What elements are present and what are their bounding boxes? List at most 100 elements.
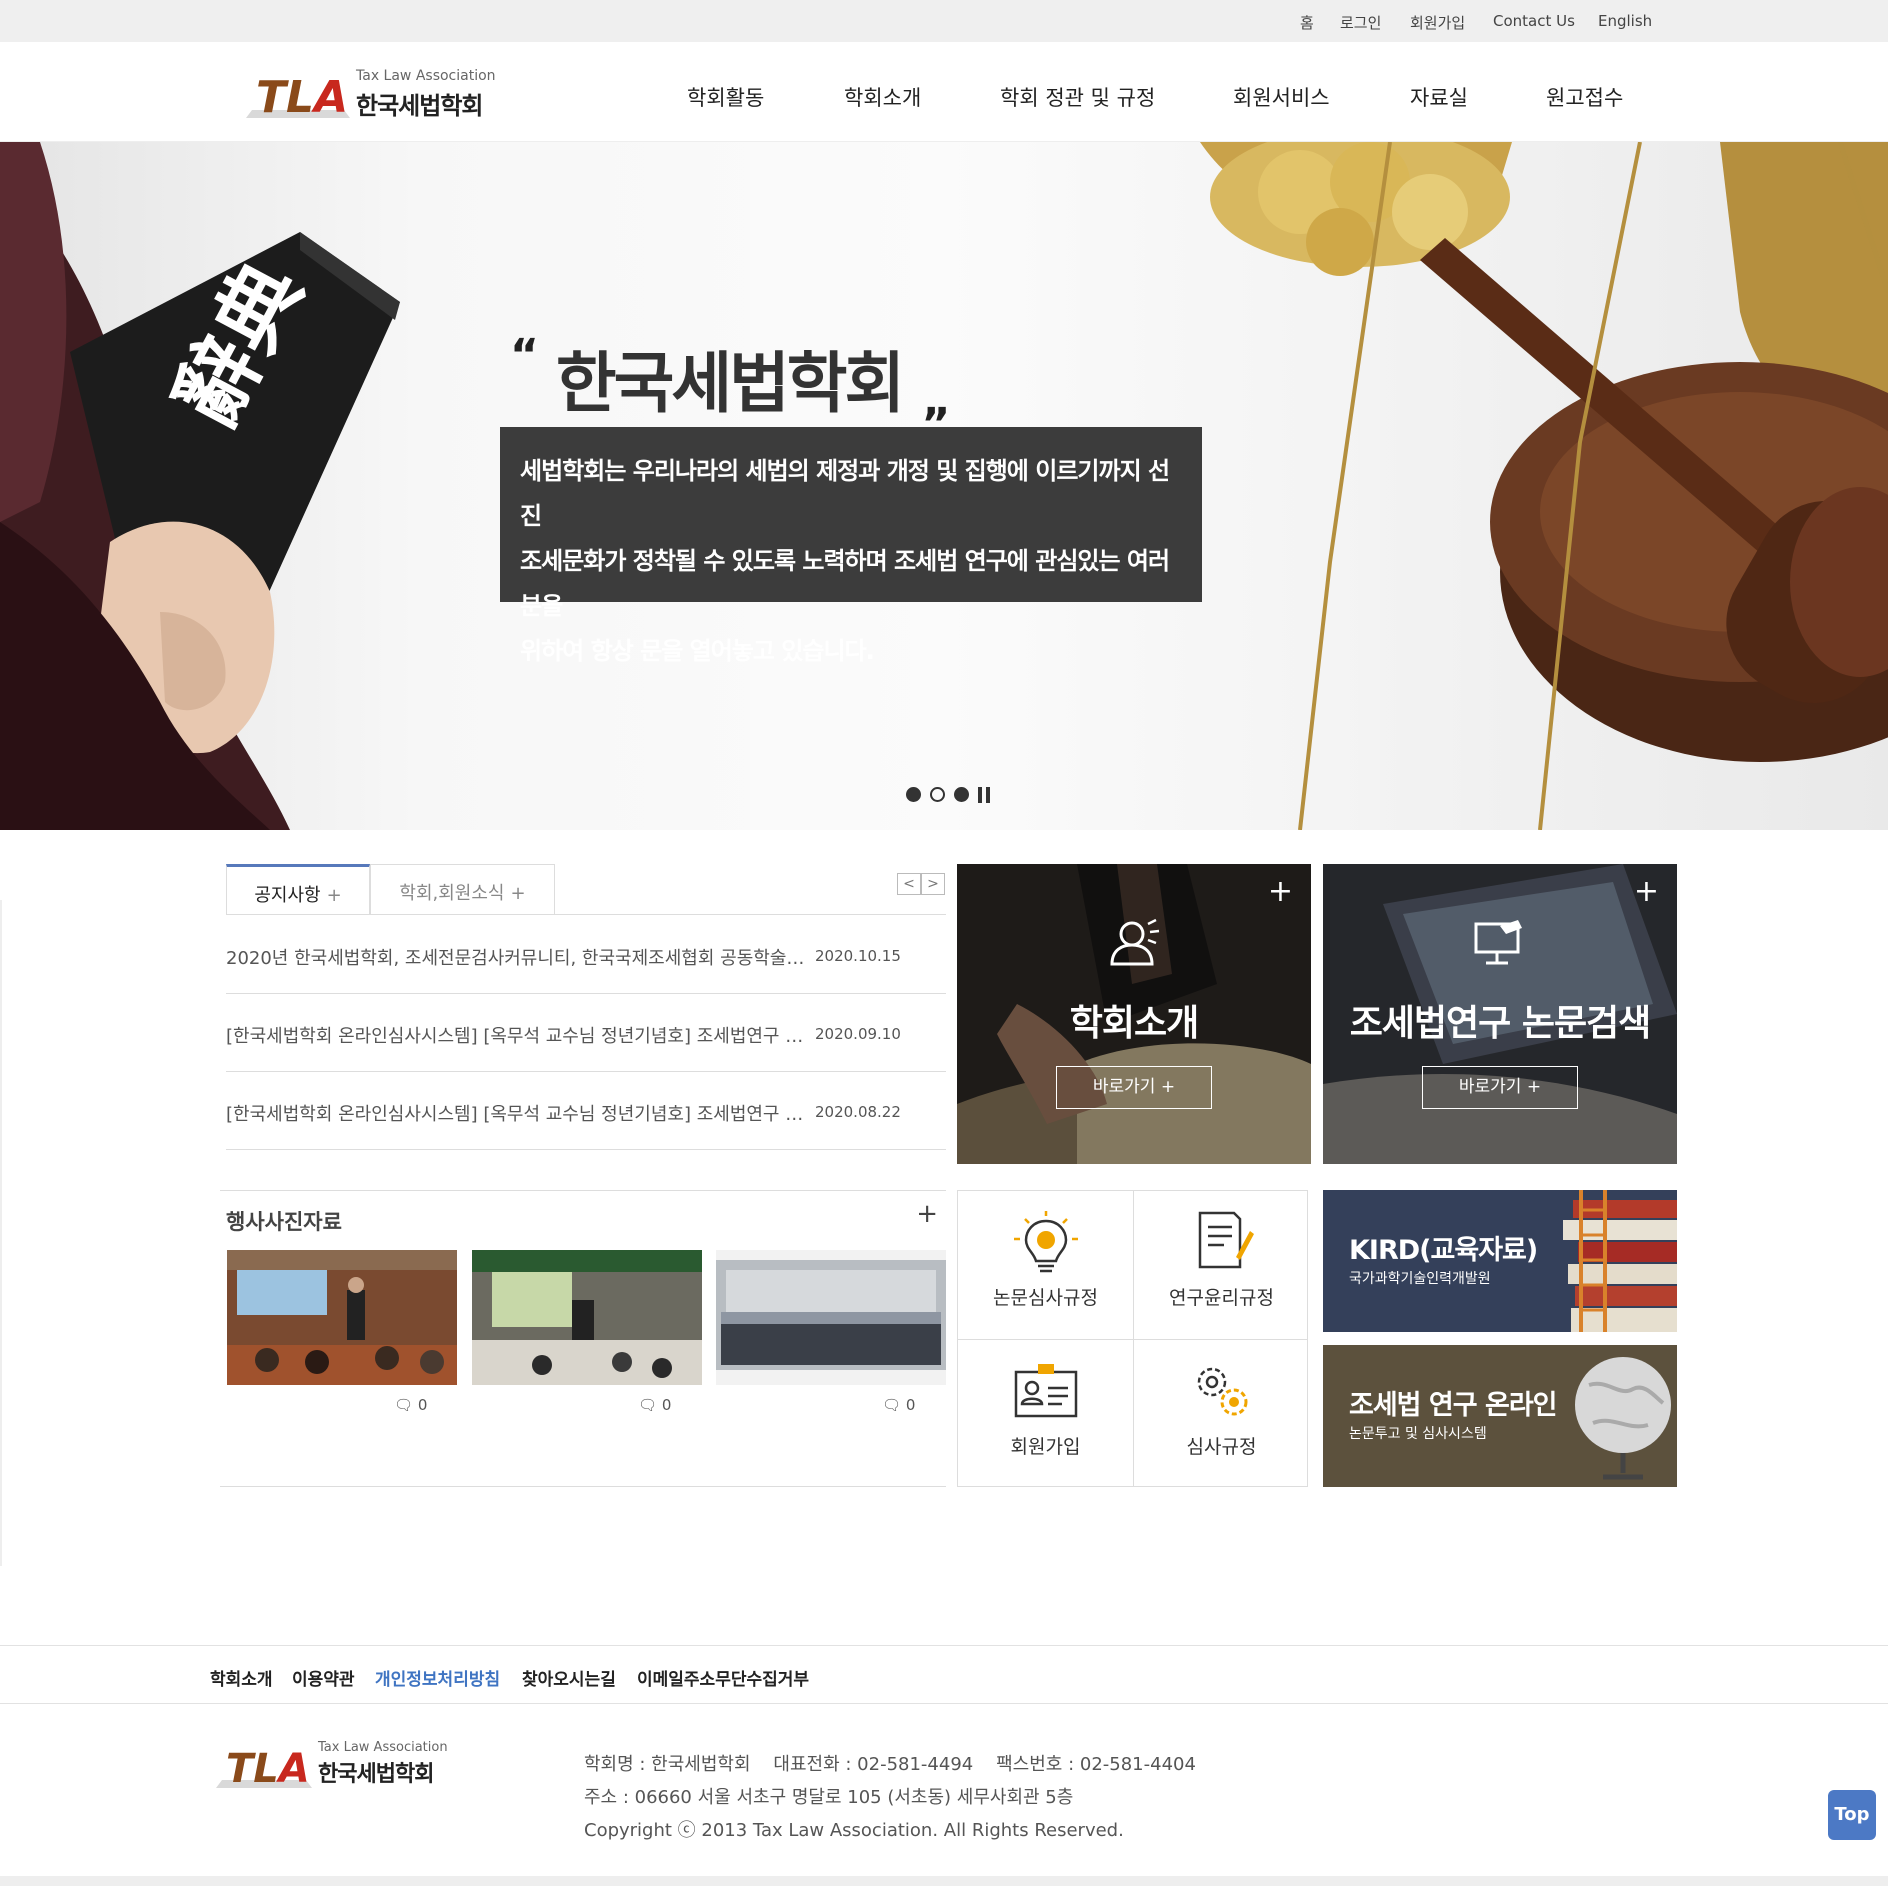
- notice-item[interactable]: 2020년 한국세법학회, 조세전문검사커뮤니티, 한국국제조세협회 공동학술대…: [226, 916, 946, 994]
- logo-mark: TLA: [256, 72, 348, 123]
- quick-review-regulations-label: 심사규정: [1186, 1436, 1257, 1458]
- about-go-button[interactable]: 바로가기 +: [1056, 1066, 1212, 1109]
- quick-menu: 논문심사규정 연구윤리규정 회원가입 심사규정: [957, 1190, 1308, 1487]
- nav-bylaws[interactable]: 학회 정관 및 규정: [1000, 82, 1155, 112]
- notice-item[interactable]: [한국세법학회 온라인심사시스템] [옥무석 교수님 정년기념호] 조세법연구 …: [226, 1072, 946, 1150]
- logo-english-name: Tax Law Association: [356, 68, 496, 84]
- gallery-title: 행사사진자료: [226, 1210, 342, 1234]
- join-link[interactable]: 회원가입: [1410, 12, 1465, 33]
- open-quote: “: [510, 330, 539, 381]
- notice-date: 2020.10.15: [815, 947, 901, 965]
- home-link[interactable]: 홈: [1300, 12, 1314, 33]
- pause-icon[interactable]: [978, 787, 990, 803]
- event-photo-2: [472, 1250, 702, 1385]
- footer-link-privacy[interactable]: 개인정보처리방침: [375, 1665, 500, 1690]
- notice-date: 2020.09.10: [815, 1025, 901, 1043]
- footer-link-directions[interactable]: 찾아오시는길: [522, 1665, 616, 1690]
- nav-submission[interactable]: 원고접수: [1546, 82, 1623, 112]
- tla-logo-icon: TLA: [246, 72, 350, 123]
- footer-link-divider: [0, 1703, 1888, 1704]
- slide-dot-2[interactable]: [930, 787, 945, 802]
- gallery-photo[interactable]: [227, 1250, 457, 1385]
- tab-notice-plus-icon[interactable]: +: [327, 885, 342, 906]
- footer-logo-english-name: Tax Law Association: [318, 1740, 448, 1755]
- lightbulb-icon: [1013, 1211, 1078, 1273]
- comment-icon: 🗨: [638, 1396, 658, 1414]
- hero-title-text: 한국세법학회: [555, 345, 905, 422]
- hero-line-3: 위하여 항상 문을 열어놓고 있습니다.: [520, 637, 875, 665]
- comment-count-value: 0: [417, 1396, 428, 1414]
- comment-icon: 🗨: [882, 1396, 902, 1414]
- hero-description-box: 세법학회는 우리나라의 세법의 제정과 개정 및 집행에 이르기까지 선진 조세…: [500, 427, 1202, 665]
- gears-icon: [1197, 1367, 1247, 1416]
- footer-link-email-refusal[interactable]: 이메일주소무단수집거부: [637, 1665, 809, 1690]
- quick-join[interactable]: 회원가입: [958, 1340, 1133, 1488]
- site-header: TLA Tax Law Association 한국세법학회 학회활동 학회소개…: [0, 42, 1888, 142]
- footer-link-about[interactable]: 학회소개: [210, 1665, 273, 1690]
- gallery-photo[interactable]: [716, 1250, 946, 1385]
- contact-link[interactable]: Contact Us: [1493, 12, 1575, 30]
- notice-pager: < >: [897, 873, 945, 895]
- comment-count: 🗨 0: [882, 1396, 915, 1414]
- id-card-icon: [1014, 1364, 1077, 1418]
- tax-research-online-title: 조세법 연구 온라인: [1349, 1390, 1558, 1421]
- slide-dot-1[interactable]: [906, 787, 921, 802]
- paper-search-plus-icon[interactable]: +: [1634, 874, 1659, 909]
- notice-item[interactable]: [한국세법학회 온라인심사시스템] [옥무석 교수님 정년기념호] 조세법연구 …: [226, 994, 946, 1072]
- gallery-photo[interactable]: [472, 1250, 702, 1385]
- bottom-bar: [0, 1876, 1888, 1886]
- site-logo[interactable]: TLA Tax Law Association 한국세법학회: [240, 66, 500, 126]
- nav-about[interactable]: 학회소개: [844, 82, 921, 112]
- footer-logo-korean-name: 한국세법학회: [318, 1762, 434, 1787]
- tax-research-online-subtitle: 논문투고 및 심사시스템: [1349, 1426, 1487, 1442]
- slide-dot-3[interactable]: [954, 787, 969, 802]
- footer-tla-logo-icon: TLA: [216, 1746, 312, 1792]
- event-photo-3: [716, 1250, 946, 1385]
- nav-archive[interactable]: 자료실: [1410, 82, 1468, 112]
- hero-line-1: 세법학회는 우리나라의 세법의 제정과 개정 및 집행에 이르기까지 선진: [520, 457, 1170, 530]
- quick-review-rules-label: 논문심사규정: [993, 1287, 1098, 1309]
- kird-banner[interactable]: KIRD(교육자료) 국가과학기술인력개발원: [1323, 1190, 1677, 1332]
- footer-link-terms[interactable]: 이용약관: [292, 1665, 355, 1690]
- footer-address: 주소 : 06660 서울 서초구 명달로 105 (서초동) 세무사회관 5층: [584, 1787, 1074, 1808]
- notice-title[interactable]: [한국세법학회 온라인심사시스템] [옥무석 교수님 정년기념호] 조세법연구 …: [226, 1100, 816, 1126]
- quick-review-rules[interactable]: 논문심사규정: [958, 1191, 1133, 1339]
- utility-bar: 홈 로그인 회원가입 Contact Us English: [0, 0, 1888, 42]
- about-card-title: 학회소개: [1069, 1003, 1199, 1044]
- event-photo-1: [227, 1250, 457, 1385]
- footer-contact-info: 학회명 : 한국세법학회 대표전화 : 02-581-4494 팩스번호 : 0…: [584, 1754, 1196, 1775]
- notice-title[interactable]: 2020년 한국세법학회, 조세전문검사커뮤니티, 한국국제조세협회 공동학술대…: [226, 944, 816, 970]
- tab-member-news-plus-icon[interactable]: +: [511, 883, 526, 904]
- login-link[interactable]: 로그인: [1340, 12, 1381, 33]
- footer-logo-mark: TLA: [226, 1746, 310, 1792]
- footer-copyright: Copyright ⓒ 2013 Tax Law Association. Al…: [584, 1820, 1124, 1841]
- gallery-plus-icon[interactable]: +: [916, 1199, 938, 1229]
- about-plus-icon[interactable]: +: [1268, 874, 1293, 909]
- tab-notice[interactable]: 공지사항 +: [226, 864, 370, 914]
- hero-slider: 辭典 “ 한국세법학회 „ 세법학회는 우리나라의 세법의 제정과 개정 및 집…: [0, 142, 1888, 830]
- tax-research-online-banner[interactable]: 조세법 연구 온라인 논문투고 및 심사시스템: [1323, 1345, 1677, 1487]
- page-edge-line: [0, 900, 2, 1566]
- notice-title[interactable]: [한국세법학회 온라인심사시스템] [옥무석 교수님 정년기념호] 조세법연구 …: [226, 1022, 816, 1048]
- tab-member-news-label: 학회,회원소식: [399, 883, 505, 904]
- quick-ethics-rules[interactable]: 연구윤리규정: [1134, 1191, 1309, 1339]
- tab-member-news[interactable]: 학회,회원소식 +: [370, 864, 555, 914]
- close-quote: „: [922, 375, 951, 426]
- monitor-icon: [1474, 920, 1522, 965]
- quick-join-label: 회원가입: [1010, 1436, 1081, 1458]
- nav-activities[interactable]: 학회활동: [687, 82, 764, 112]
- next-arrow-icon[interactable]: >: [921, 873, 945, 895]
- document-pen-icon: [1198, 1211, 1254, 1269]
- prev-arrow-icon[interactable]: <: [897, 873, 921, 895]
- about-card[interactable]: + 학회소개 바로가기 +: [957, 864, 1311, 1164]
- paper-search-card-title: 조세법연구 논문검색: [1349, 1003, 1652, 1044]
- english-link[interactable]: English: [1598, 12, 1652, 30]
- nav-member-services[interactable]: 회원서비스: [1233, 82, 1330, 112]
- tab-divider: [226, 914, 946, 915]
- hero-line-2: 조세문화가 정착될 수 있도록 노력하며 조세법 연구에 관심있는 여러분을: [520, 547, 1170, 620]
- footer-top-divider: [0, 1645, 1888, 1646]
- paper-search-card[interactable]: + 조세법연구 논문검색 바로가기 +: [1323, 864, 1677, 1164]
- paper-search-go-button[interactable]: 바로가기 +: [1422, 1066, 1578, 1109]
- quick-review-regulations[interactable]: 심사규정: [1134, 1340, 1309, 1488]
- scroll-top-button[interactable]: Top: [1828, 1790, 1876, 1840]
